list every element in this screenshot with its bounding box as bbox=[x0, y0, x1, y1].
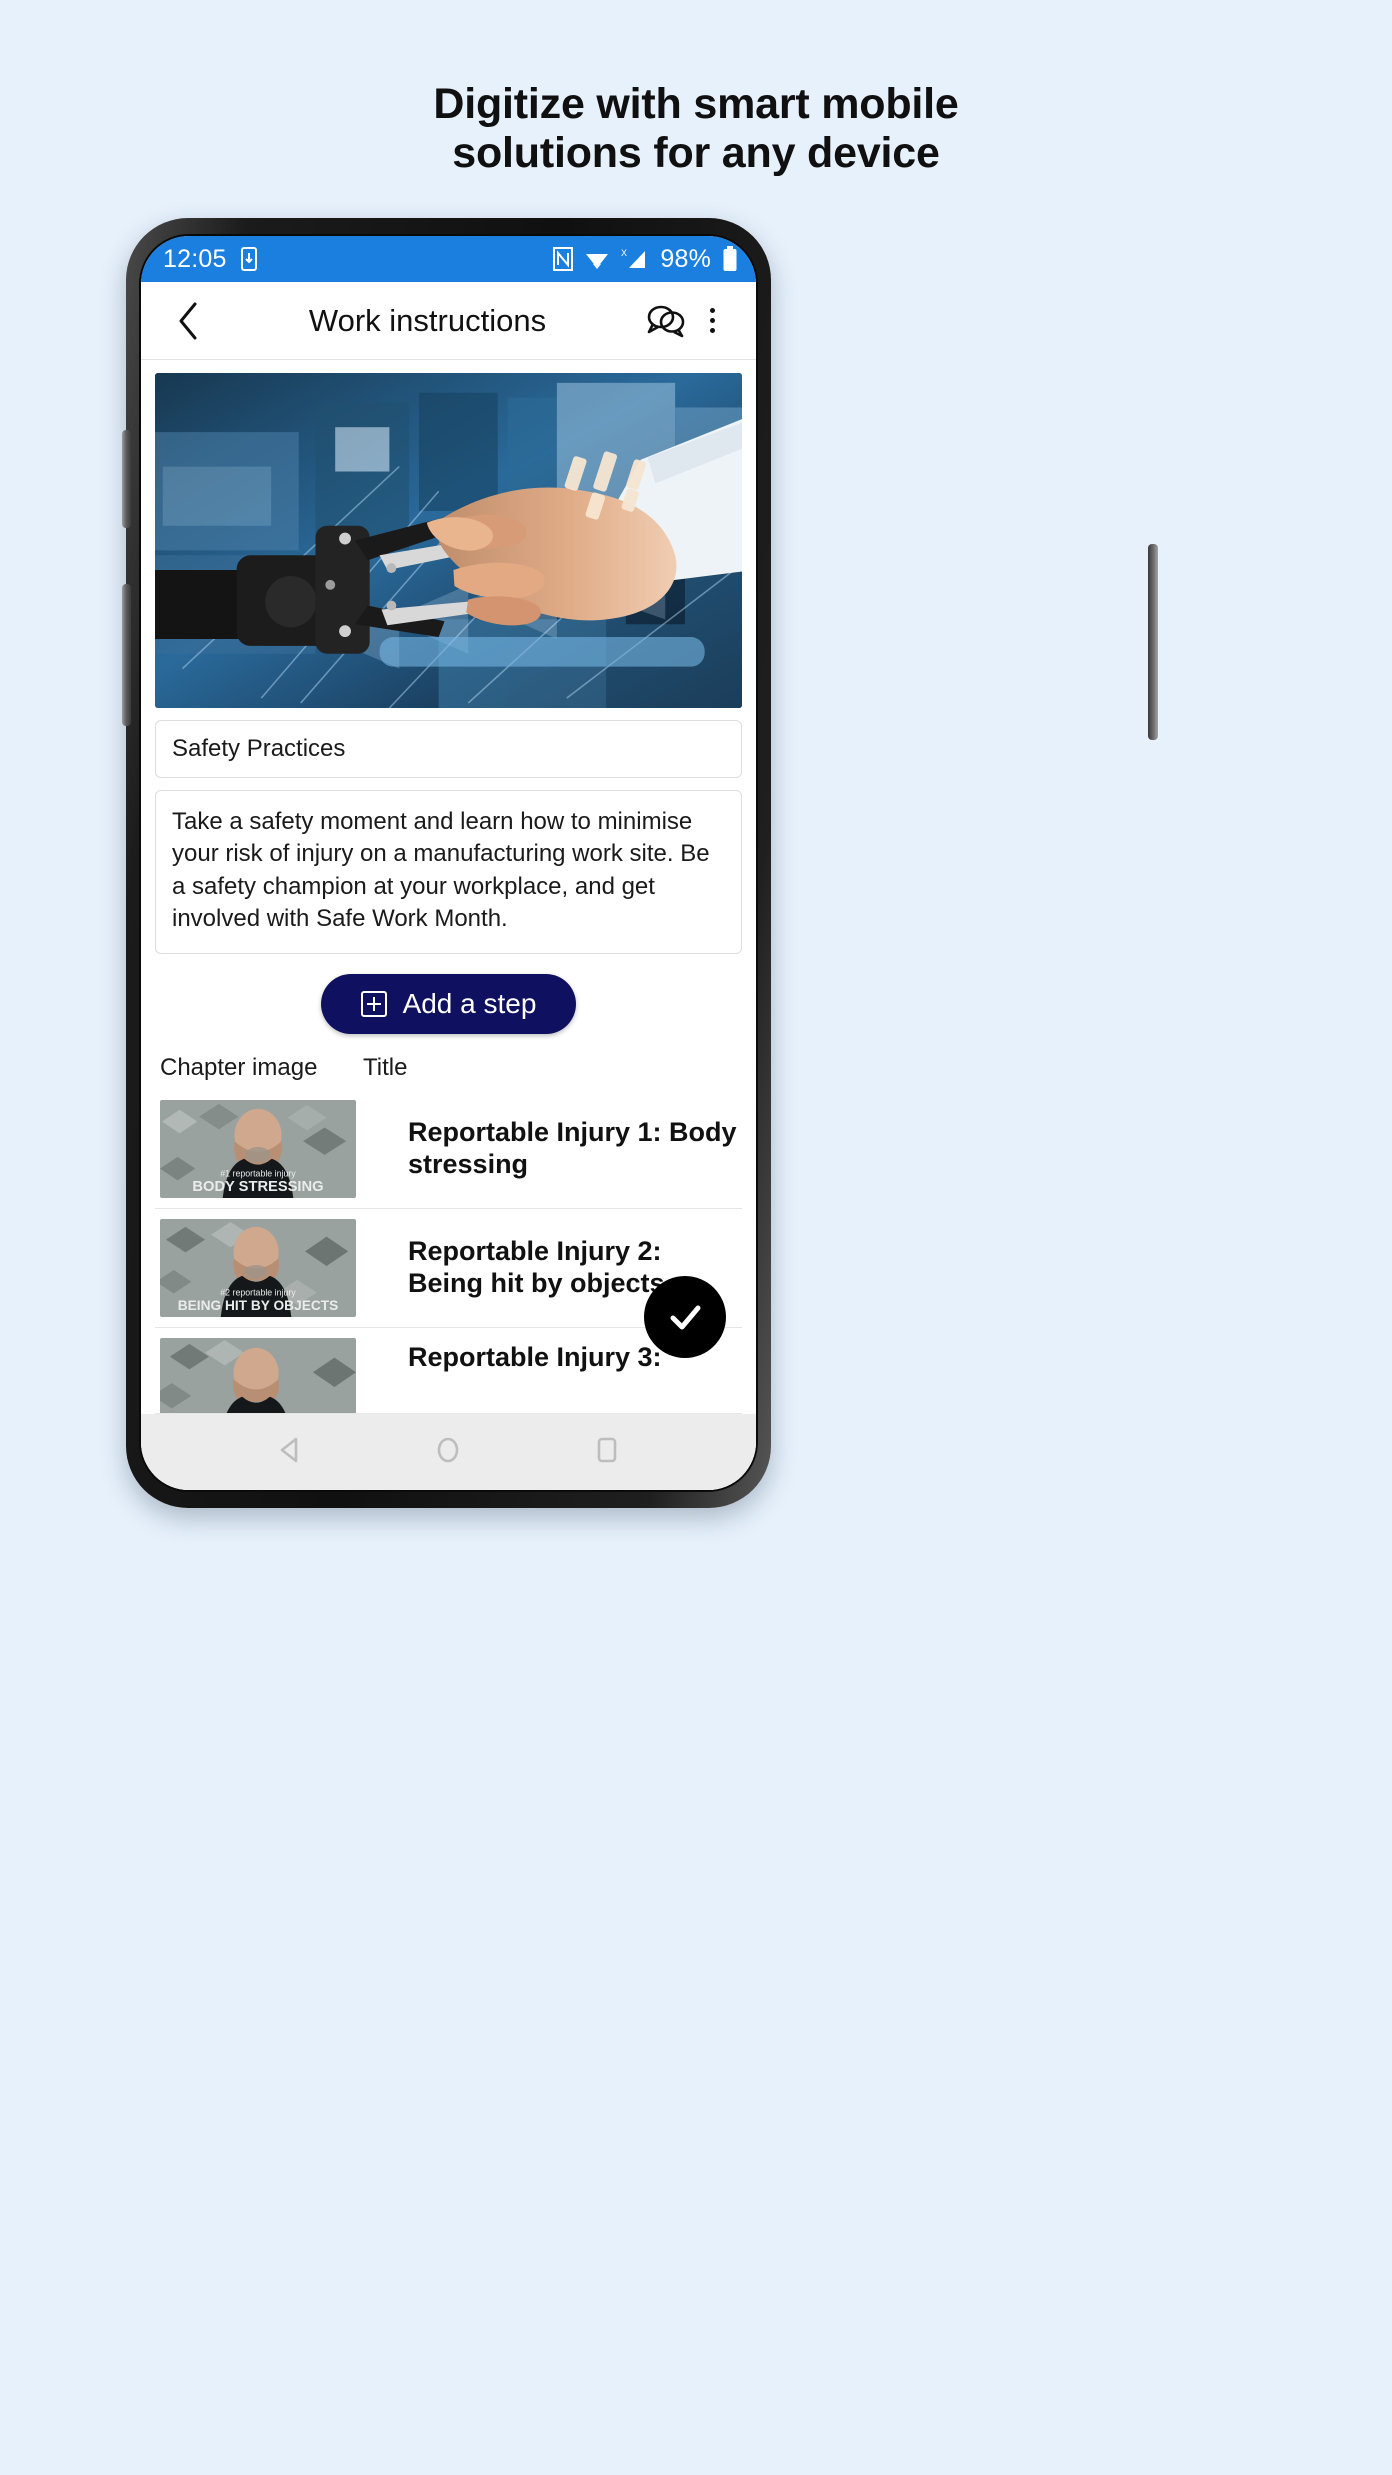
back-button[interactable] bbox=[165, 302, 211, 340]
chapter-thumbnail[interactable]: #2 reportable injury BEING HIT BY OBJECT… bbox=[160, 1218, 356, 1317]
status-bar: 12:05 X 98% bbox=[141, 236, 756, 282]
more-vertical-icon[interactable] bbox=[692, 308, 732, 333]
thumb-caption-large: BEING HIT BY OBJECTS bbox=[178, 1298, 339, 1313]
column-header-chapter-image: Chapter image bbox=[160, 1053, 318, 1081]
plus-box-icon bbox=[360, 990, 387, 1017]
page-title: Digitize with smart mobile solutions for… bbox=[0, 80, 1392, 179]
cellular-signal-x-icon: X bbox=[621, 247, 649, 271]
steps-table-header: Chapter image Title bbox=[141, 1034, 756, 1090]
thumb-caption-large: BODY STRESSING bbox=[192, 1179, 323, 1195]
thumb-caption-small: #2 reportable injury bbox=[220, 1287, 296, 1297]
column-header-title: Title bbox=[363, 1053, 408, 1081]
status-bar-left: 12:05 bbox=[163, 245, 257, 274]
screen-content: Safety Practices Take a safety moment an… bbox=[141, 360, 756, 1490]
chapter-description-input[interactable]: Take a safety moment and learn how to mi… bbox=[155, 790, 742, 954]
nav-recents-button[interactable] bbox=[590, 1433, 624, 1472]
steps-table-body: #1 reportable injury BODY STRESSING Repo… bbox=[141, 1090, 756, 1414]
page-title-line-2: solutions for any device bbox=[452, 129, 940, 178]
nfc-icon bbox=[553, 247, 574, 271]
hero-image[interactable] bbox=[155, 373, 742, 708]
app-bar: Work instructions bbox=[141, 282, 756, 360]
chapter-thumbnail[interactable]: #1 reportable injury BODY STRESSING bbox=[160, 1099, 356, 1198]
status-time: 12:05 bbox=[163, 244, 227, 273]
nav-back-button[interactable] bbox=[273, 1433, 307, 1472]
power-button[interactable] bbox=[1148, 544, 1158, 740]
chat-bubbles-icon[interactable] bbox=[640, 302, 692, 340]
chapter-thumbnail[interactable] bbox=[160, 1337, 356, 1413]
volume-up-button[interactable] bbox=[122, 430, 131, 528]
android-nav-bar bbox=[141, 1414, 756, 1490]
confirm-fab-button[interactable] bbox=[644, 1276, 726, 1358]
add-step-row: Add a step bbox=[141, 973, 756, 1034]
battery-percent: 98% bbox=[660, 244, 711, 273]
add-step-label: Add a step bbox=[402, 987, 537, 1019]
row-title: Reportable Injury 1: Body stressing bbox=[408, 1116, 737, 1179]
svg-text:X: X bbox=[621, 248, 627, 258]
check-icon bbox=[670, 1305, 701, 1330]
app-bar-title: Work instructions bbox=[308, 302, 547, 338]
add-step-button[interactable]: Add a step bbox=[320, 973, 577, 1034]
battery-icon bbox=[722, 246, 738, 272]
chapter-title-input[interactable]: Safety Practices bbox=[155, 720, 742, 778]
sim-card-icon bbox=[240, 247, 257, 271]
volume-down-button[interactable] bbox=[122, 584, 131, 726]
nav-home-button[interactable] bbox=[431, 1433, 465, 1472]
phone-mockup: 12:05 X 98% Work instructions Safety Pra… bbox=[126, 218, 771, 1508]
phone-screen: 12:05 X 98% Work instructions Safety Pra… bbox=[139, 234, 758, 1492]
status-bar-right: X 98% bbox=[553, 245, 738, 274]
page-title-line-1: Digitize with smart mobile bbox=[433, 80, 959, 128]
row-title: Reportable Injury 3: bbox=[408, 1341, 662, 1372]
table-row[interactable]: #1 reportable injury BODY STRESSING Repo… bbox=[155, 1090, 742, 1209]
wifi-icon bbox=[584, 248, 610, 270]
thumb-caption-small: #1 reportable injury bbox=[220, 1168, 296, 1178]
